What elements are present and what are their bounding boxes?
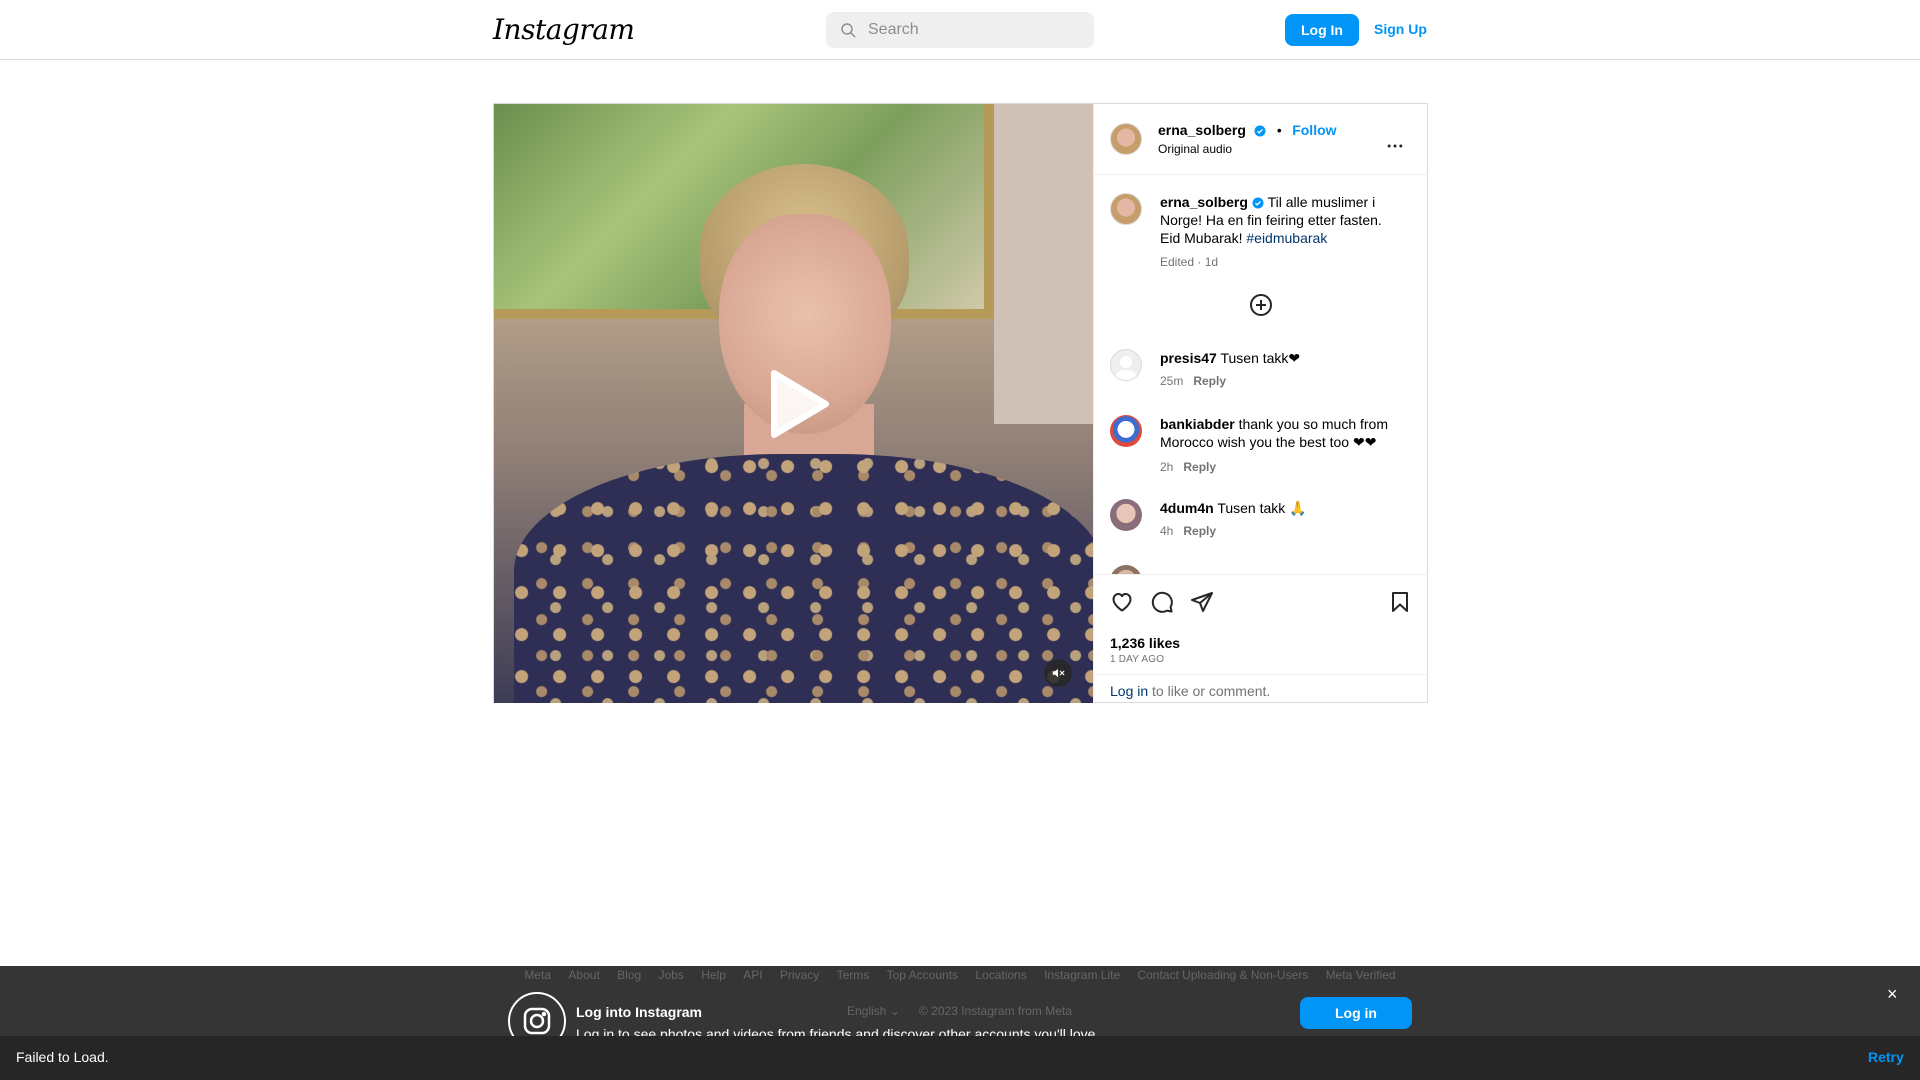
search-input[interactable]	[868, 12, 1078, 48]
footer-link[interactable]: Contact Uploading & Non-Users	[1137, 968, 1308, 982]
comment-username[interactable]: 4dum4n	[1160, 500, 1214, 516]
play-icon[interactable]	[764, 367, 834, 441]
more-options-icon[interactable]	[1385, 136, 1405, 156]
comment-time: 4h	[1160, 524, 1174, 538]
footer-link[interactable]: Locations	[975, 968, 1026, 982]
reply-button[interactable]: Reply	[1193, 374, 1226, 388]
top-nav: Instagram Log In Sign Up	[0, 0, 1920, 60]
footer-link[interactable]: Instagram Lite	[1044, 968, 1120, 982]
retry-button[interactable]: Retry	[1868, 1049, 1904, 1065]
footer-link[interactable]: Blog	[617, 968, 641, 982]
like-heart-icon[interactable]	[1110, 590, 1134, 614]
comment-avatar[interactable]	[1110, 349, 1142, 381]
author-line: erna_solberg • Follow	[1158, 122, 1337, 140]
video-frame-wall	[994, 104, 1093, 424]
likes-count[interactable]: 1,236 likes	[1110, 635, 1180, 651]
follow-button[interactable]: Follow	[1292, 122, 1336, 138]
comment-meta: 25m Reply	[1160, 374, 1226, 388]
comment-item: bankiabder thank you so much from Morocc…	[1110, 415, 1420, 485]
caption-text: erna_solberg Til alle muslimer i Norge! …	[1160, 193, 1400, 247]
comment-username[interactable]: bankiabder	[1160, 416, 1235, 432]
banner-title: Log into Instagram	[576, 1004, 702, 1020]
caption: erna_solberg Til alle muslimer i Norge! …	[1110, 193, 1420, 273]
footer-link[interactable]: Privacy	[780, 968, 819, 982]
instagram-logo[interactable]: Instagram	[493, 13, 635, 46]
post-sidebar: erna_solberg • Follow Original audio ern…	[1093, 104, 1428, 703]
footer-links: Meta About Blog Jobs Help API Privacy Te…	[0, 968, 1920, 982]
verified-badge-icon	[1254, 125, 1266, 137]
post-card: erna_solberg • Follow Original audio ern…	[493, 103, 1428, 703]
banner-login-button[interactable]: Log in	[1300, 997, 1412, 1029]
language-value: English	[847, 1004, 887, 1018]
separator-dot: •	[1276, 122, 1282, 138]
login-banner: Meta About Blog Jobs Help API Privacy Te…	[0, 966, 1920, 1050]
error-toast: Failed to Load. Retry	[0, 1036, 1920, 1080]
comment-body: Tusen takk 🙏	[1217, 500, 1307, 516]
share-send-icon[interactable]	[1190, 590, 1214, 614]
comment-list[interactable]: erna_solberg Til alle muslimer i Norge! …	[1094, 176, 1428, 575]
author-username[interactable]: erna_solberg	[1158, 122, 1246, 138]
footer-link[interactable]: Meta	[524, 968, 551, 982]
comment-bubble-icon[interactable]	[1150, 590, 1174, 614]
comment-meta: 4h Reply	[1160, 524, 1216, 538]
comment-time: 25m	[1160, 374, 1184, 388]
search-icon	[841, 23, 856, 38]
login-prompt: Log in to like or comment.	[1094, 674, 1428, 703]
footer-link[interactable]: Help	[701, 968, 726, 982]
post-actions: 1,236 likes 1 DAY AGO	[1094, 574, 1428, 674]
comment-username[interactable]: presis47	[1160, 350, 1217, 366]
footer-link[interactable]: About	[568, 968, 599, 982]
footer-link[interactable]: Jobs	[659, 968, 684, 982]
login-button[interactable]: Log In	[1285, 14, 1359, 46]
load-more-comments-icon[interactable]	[1249, 293, 1273, 317]
search-box[interactable]	[826, 12, 1094, 48]
footer-link[interactable]: Top Accounts	[887, 968, 958, 982]
footer-link[interactable]: API	[743, 968, 762, 982]
comment-meta: 2h Reply	[1160, 460, 1216, 474]
save-bookmark-icon[interactable]	[1388, 590, 1412, 614]
mute-button[interactable]	[1044, 659, 1072, 687]
caption-username[interactable]: erna_solberg	[1160, 194, 1248, 210]
login-prompt-text: to like or comment.	[1148, 683, 1271, 699]
verified-badge-icon	[1252, 197, 1264, 209]
caption-avatar[interactable]	[1110, 193, 1142, 225]
muted-speaker-icon	[1052, 668, 1065, 678]
footer-link[interactable]: Meta Verified	[1326, 968, 1396, 982]
language-selector[interactable]: English ⌄	[847, 1004, 900, 1018]
audio-label[interactable]: Original audio	[1158, 142, 1232, 156]
copyright: © 2023 Instagram from Meta	[919, 1004, 1072, 1018]
signup-link[interactable]: Sign Up	[1374, 21, 1427, 37]
comment-time: 2h	[1160, 460, 1174, 474]
comment-avatar[interactable]	[1110, 415, 1142, 447]
reply-button[interactable]: Reply	[1183, 524, 1216, 538]
caption-meta: Edited · 1d	[1160, 255, 1219, 269]
comment-text: bankiabder thank you so much from Morocc…	[1160, 415, 1400, 451]
comment-body: Tusen takk❤	[1220, 350, 1301, 366]
comment-text: presis47 Tusen takk❤	[1160, 349, 1400, 367]
reply-button[interactable]: Reply	[1183, 460, 1216, 474]
author-avatar[interactable]	[1110, 123, 1142, 155]
footer-link[interactable]: Terms	[837, 968, 870, 982]
chevron-down-icon: ⌄	[889, 1004, 900, 1018]
comment-text: 4dum4n Tusen takk 🙏	[1160, 499, 1400, 517]
video-frame-body	[514, 454, 1093, 703]
comment-item: 4dum4n Tusen takk 🙏 4h Reply	[1110, 499, 1420, 549]
hashtag-link[interactable]: #eidmubarak	[1246, 230, 1327, 246]
toast-message: Failed to Load.	[16, 1049, 109, 1065]
login-prompt-link[interactable]: Log in	[1110, 683, 1148, 699]
close-icon[interactable]: ×	[1887, 984, 1898, 1005]
comment-avatar[interactable]	[1110, 499, 1142, 531]
comment-item: presis47 Tusen takk❤ 25m Reply	[1110, 349, 1420, 399]
post-timestamp[interactable]: 1 DAY AGO	[1110, 654, 1164, 665]
post-header: erna_solberg • Follow Original audio	[1094, 104, 1428, 175]
video-player[interactable]	[494, 104, 1093, 703]
